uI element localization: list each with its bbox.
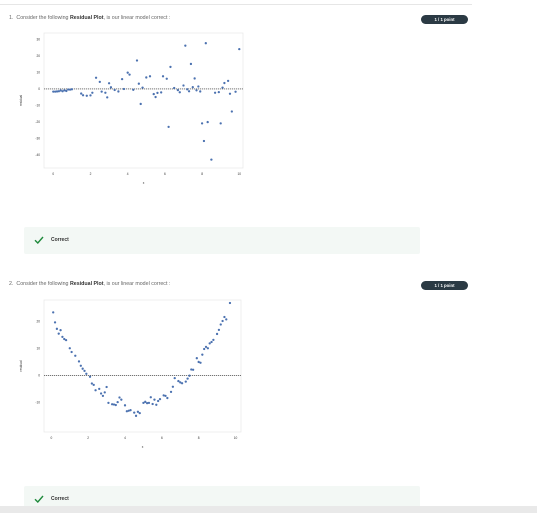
scatter-point: [171, 385, 175, 388]
x-tick-label: 2: [87, 436, 89, 440]
scatter-point: [186, 377, 189, 380]
scatter-point: [151, 402, 154, 406]
scatter-point: [199, 361, 202, 364]
scatter-point: [223, 315, 226, 319]
scatter-point: [228, 301, 232, 305]
scatter-point: [188, 374, 191, 377]
scatter-point: [201, 353, 204, 356]
scatter-point: [147, 401, 151, 405]
scatter-point: [225, 318, 228, 321]
scatter-point: [184, 380, 187, 383]
scatter-point: [68, 347, 71, 350]
scatter-point: [105, 385, 108, 389]
y-tick-label: -10: [35, 400, 40, 404]
y-tick-label: 0: [38, 374, 40, 378]
scatter-point: [57, 332, 60, 335]
x-tick-label: 0: [50, 436, 52, 440]
scatter-point: [85, 372, 88, 375]
scatter-point: [88, 375, 92, 378]
scatter-point: [53, 321, 57, 324]
scatter-point: [210, 340, 213, 344]
scatter-point: [59, 329, 62, 332]
scatter-point: [98, 387, 101, 391]
scatter-point: [55, 327, 59, 330]
scatter-point: [208, 342, 211, 345]
scatter-point: [107, 401, 110, 405]
scatter-point: [79, 364, 82, 367]
scatter-point: [116, 400, 119, 404]
x-tick-label: 6: [161, 436, 163, 440]
check-icon: [34, 495, 44, 503]
scatter-point: [92, 383, 95, 387]
scatter-point: [52, 311, 55, 314]
scatter-point: [114, 403, 117, 407]
scatter-point: [219, 323, 222, 326]
scatter-point: [144, 400, 147, 403]
scatter-point: [133, 411, 136, 414]
scatter-point: [90, 382, 94, 385]
x-tick-label: 8: [198, 436, 200, 440]
scatter-point: [103, 391, 106, 394]
scatter-point: [153, 398, 156, 401]
scatter-point: [217, 328, 221, 332]
scatter-point: [101, 394, 105, 398]
scatter-point: [83, 369, 86, 372]
scatter-point: [138, 411, 141, 415]
scatter-point: [203, 347, 206, 351]
scatter-point: [74, 354, 77, 357]
scatter-point: [158, 397, 162, 401]
scatter-point: [120, 398, 123, 401]
scatter-point: [177, 379, 180, 383]
scatter-point: [118, 396, 121, 399]
plot-frame: [43, 299, 242, 433]
y-tick-label: 20: [36, 320, 40, 324]
scatter-point: [204, 345, 208, 349]
scatter-point: [173, 376, 176, 380]
scatter-point: [134, 414, 138, 417]
scatter-point: [156, 399, 160, 403]
x-tick-label: 4: [124, 436, 126, 440]
scatter-point: [169, 390, 173, 394]
scatter-point: [64, 338, 68, 342]
scatter-point: [155, 403, 158, 406]
scatter-point: [164, 394, 167, 398]
scatter-point: [81, 367, 84, 370]
scatter-point: [61, 335, 64, 339]
y-axis-label: residual: [19, 360, 23, 371]
scatter-point: [215, 332, 219, 336]
x-tick-label: 10: [234, 436, 238, 440]
scatter-point: [70, 350, 73, 354]
scatter-point: [166, 396, 169, 400]
scatter-point: [123, 404, 127, 407]
scatter-point: [212, 338, 215, 342]
scatter-point: [206, 347, 210, 350]
scatter-point: [195, 357, 198, 360]
bottom-scroll-strip: [0, 506, 537, 513]
residual-plot-2: 20 10 0 -10 0 2 4 6 8 10 x residual: [19, 299, 242, 449]
scatter-point: [149, 396, 152, 399]
scatter-point: [136, 410, 140, 413]
scatter-point: [180, 382, 184, 385]
x-axis-label: x: [142, 445, 144, 449]
scatter-point: [77, 360, 81, 363]
scatter-point: [191, 368, 195, 371]
scatter-point: [94, 389, 97, 392]
y-tick-label: 10: [36, 347, 40, 351]
scatter-point: [99, 392, 103, 395]
scatter-point: [221, 319, 224, 323]
scatter-point: [129, 409, 132, 412]
feedback-label: Correct: [51, 496, 69, 502]
